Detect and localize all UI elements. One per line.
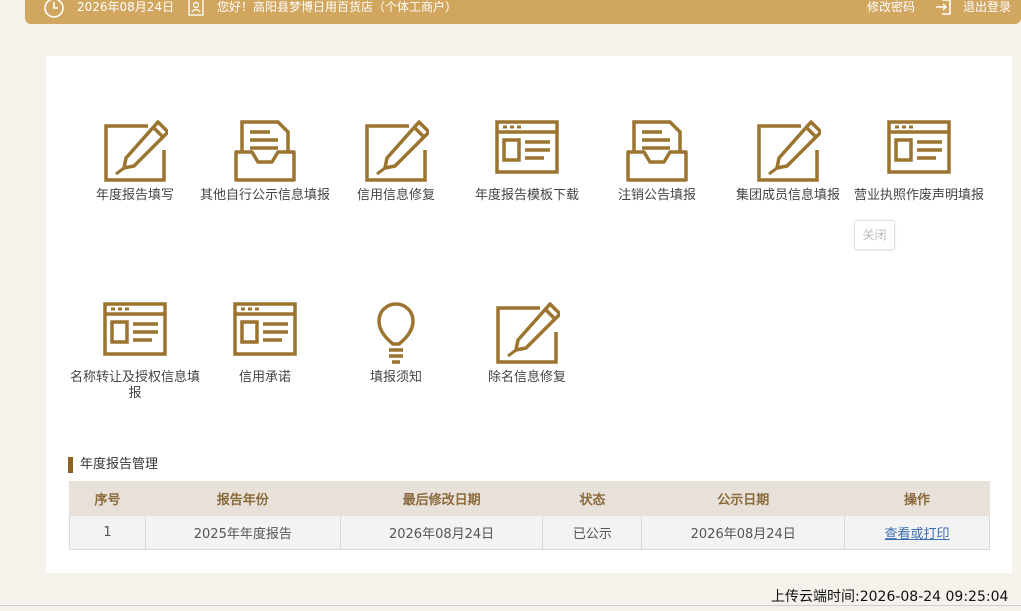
cell-year: 2025年年度报告 [144,515,341,550]
tile-label: 集团成员信息填报 [735,188,840,203]
edit-pen-icon [757,120,821,182]
change-password-link[interactable]: 修改密码 [867,0,915,14]
logout-link[interactable]: 退出登录 [963,0,1011,14]
col-header-published: 公示日期 [641,481,846,516]
tile-label: 信用承诺 [238,370,291,385]
tile-label: 营业执照作废声明填报 [854,188,985,203]
table-row: 1 2025年年度报告 2026年08月24日 已公示 2026年08月24日 … [69,515,990,550]
tile-label: 名称转让及授权信息填报 [70,370,201,401]
template-icon [887,120,951,174]
tile-filing-instructions[interactable]: 填报须知 [331,300,461,386]
template-icon [233,302,297,356]
edit-pen-icon [496,302,560,364]
divider [0,605,1021,606]
annual-report-table: 序号 报告年份 最后修改日期 状态 公示日期 操作 1 2025年年度报告 20… [69,481,990,550]
logout-icon[interactable] [934,0,954,17]
table-header-row: 序号 报告年份 最后修改日期 状态 公示日期 操作 [69,481,990,516]
col-header-no: 序号 [69,481,146,516]
tile-credit-repair[interactable]: 信用信息修复 [331,118,461,204]
upload-time-text: 上传云端时间:2026-08-24 09:25:04 [771,589,1009,605]
tile-name-transfer[interactable]: 名称转让及授权信息填报 [70,300,200,402]
tile-label: 填报须知 [369,370,422,385]
col-header-year: 报告年份 [144,481,341,516]
tile-license-void[interactable]: 营业执照作废声明填报 [854,118,984,204]
clock-icon [44,0,64,18]
template-icon [495,120,559,174]
main-card: 年度报告填写 其他自行公示信息填报 信用信息修复 年度报告模板下载 注销公告填报… [46,56,1012,573]
tile-label: 除名信息修复 [487,370,566,385]
tile-label: 注销公告填报 [617,188,696,203]
edit-pen-icon [104,120,168,182]
view-or-print-link[interactable]: 查看或打印 [885,527,950,542]
cell-modified: 2026年08月24日 [339,515,544,550]
greeting-text: 您好！高阳县梦博日用百货店（个体工商户） [217,0,458,14]
tile-template-download[interactable]: 年度报告模板下载 [462,118,592,204]
current-date: 2026年08月24日 [77,0,175,14]
tile-label: 其他自行公示信息填报 [200,188,331,203]
tile-annual-report-fill[interactable]: 年度报告填写 [70,118,200,204]
cell-action: 查看或打印 [844,515,990,550]
cell-no: 1 [69,515,146,550]
cell-status: 已公示 [542,515,643,550]
edit-pen-icon [365,120,429,182]
lightbulb-icon [377,302,415,364]
tile-credit-commitment[interactable]: 信用承诺 [200,300,330,386]
tile-group-members[interactable]: 集团成员信息填报 [723,118,853,204]
col-header-status: 状态 [542,481,643,516]
tile-deregistration-notice[interactable]: 注销公告填报 [592,118,722,204]
inbox-document-icon [234,120,296,182]
template-icon [103,302,167,356]
top-bar: 2026年08月24日 您好！高阳县梦博日用百货店（个体工商户） 修改密码 退出… [25,0,1021,24]
section-title-annual-report: 年度报告管理 [68,457,158,473]
tile-label: 信用信息修复 [356,188,435,203]
user-icon [188,0,204,16]
tile-label: 年度报告模板下载 [474,188,579,203]
inbox-document-icon [626,120,688,182]
tile-other-disclosure[interactable]: 其他自行公示信息填报 [200,118,330,204]
tile-label: 年度报告填写 [95,188,174,203]
tile-removal-repair[interactable]: 除名信息修复 [462,300,592,386]
cell-published: 2026年08月24日 [641,515,846,550]
col-header-modified: 最后修改日期 [339,481,544,516]
close-tooltip[interactable]: 关闭 [854,220,895,250]
col-header-action: 操作 [844,481,990,516]
